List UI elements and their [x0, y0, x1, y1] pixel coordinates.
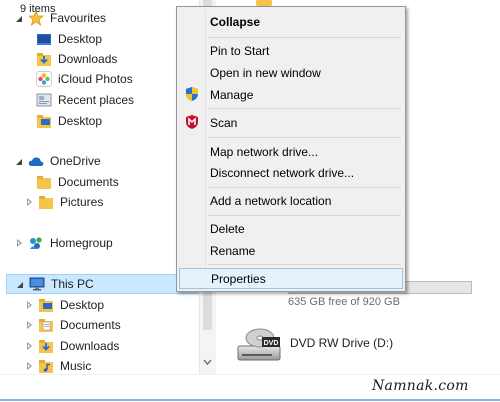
nav-item-pc-music[interactable]: Music	[24, 356, 91, 376]
mcafee-shield-icon	[184, 114, 200, 130]
collapsed-arrow-icon[interactable]	[24, 300, 34, 310]
shield-icon	[184, 86, 200, 102]
context-menu: Collapse Pin to Start Open in new window…	[176, 6, 406, 292]
menu-item-label: Collapse	[210, 14, 261, 29]
menu-item-label: Pin to Start	[210, 43, 270, 58]
desktop-folder-icon	[36, 113, 52, 129]
menu-separator	[208, 37, 401, 38]
nav-label: iCloud Photos	[58, 72, 133, 86]
menu-item-label: Add a network location	[210, 193, 332, 208]
nav-this-pc[interactable]: This PC	[6, 274, 200, 294]
dvd-logo-text: DVD	[264, 340, 279, 347]
menu-item-properties[interactable]: Properties	[179, 268, 403, 289]
folder-icon	[36, 174, 52, 190]
menu-item-manage[interactable]: Manage	[179, 84, 403, 105]
menu-item-label: Properties	[211, 271, 266, 286]
nav-item-recent-places[interactable]: Recent places	[36, 90, 134, 110]
menu-item-pin-to-start[interactable]: Pin to Start	[179, 40, 403, 61]
nav-label: Desktop	[60, 298, 105, 312]
downloads-icon	[38, 338, 54, 354]
menu-item-label: Manage	[210, 87, 254, 102]
menu-separator	[208, 187, 401, 188]
expanded-arrow-icon[interactable]	[15, 279, 25, 289]
nav-label: Downloads	[58, 52, 118, 66]
collapsed-arrow-icon[interactable]	[24, 341, 34, 351]
nav-label: Desktop	[58, 32, 103, 46]
nav-label: Desktop	[58, 114, 103, 128]
menu-item-open-new-window[interactable]: Open in new window	[179, 62, 403, 83]
documents-folder-icon	[38, 317, 54, 333]
item-count: 9 items	[20, 3, 56, 15]
menu-separator	[208, 137, 401, 138]
recent-places-icon	[36, 92, 52, 108]
menu-item-label: Map network drive...	[210, 144, 319, 159]
downloads-icon	[36, 51, 52, 67]
nav-onedrive[interactable]: OneDrive	[14, 151, 101, 171]
nav-item-desktop[interactable]: Desktop	[36, 29, 102, 49]
icloud-photos-icon	[36, 71, 52, 87]
scroll-down-arrow-icon[interactable]	[200, 356, 215, 370]
menu-item-label: Delete	[210, 221, 245, 236]
nav-label: Documents	[58, 175, 119, 189]
nav-item-pc-desktop[interactable]: Desktop	[24, 295, 104, 315]
folder-icon	[38, 194, 54, 210]
watermark: Namnak.com	[372, 378, 469, 394]
nav-label: This PC	[51, 277, 94, 291]
menu-item-map-network-drive[interactable]: Map network drive...	[179, 141, 403, 162]
menu-item-label: Disconnect network drive...	[210, 165, 355, 180]
menu-item-label: Rename	[210, 243, 256, 258]
cloud-icon	[28, 153, 44, 169]
nav-label: Downloads	[60, 339, 120, 353]
drive-free-space: 635 GB free of 920 GB	[288, 296, 400, 308]
menu-separator	[208, 264, 401, 265]
nav-label: Recent places	[58, 93, 135, 107]
menu-separator	[208, 215, 401, 216]
nav-item-documents[interactable]: Documents	[36, 172, 119, 192]
menu-item-label: Scan	[210, 115, 238, 130]
menu-item-delete[interactable]: Delete	[179, 218, 403, 239]
nav-item-pictures[interactable]: Pictures	[24, 192, 103, 212]
menu-separator	[208, 108, 401, 109]
menu-item-add-network-location[interactable]: Add a network location	[179, 190, 403, 211]
dvd-drive-label[interactable]: DVD RW Drive (D:)	[290, 336, 393, 350]
collapsed-arrow-icon[interactable]	[24, 361, 34, 371]
menu-item-scan[interactable]: Scan	[179, 112, 403, 133]
menu-item-rename[interactable]: Rename	[179, 240, 403, 261]
desktop-folder-icon	[38, 297, 54, 313]
nav-item-pc-documents[interactable]: Documents	[24, 315, 121, 335]
menu-item-disconnect-network-drive[interactable]: Disconnect network drive...	[179, 162, 403, 183]
computer-icon	[29, 276, 45, 292]
homegroup-icon	[28, 235, 44, 251]
nav-item-pc-downloads[interactable]: Downloads	[24, 336, 119, 356]
nav-label: OneDrive	[50, 154, 101, 168]
nav-label: Documents	[60, 318, 121, 332]
collapsed-arrow-icon[interactable]	[14, 238, 24, 248]
nav-item-icloud-photos[interactable]: iCloud Photos	[36, 69, 133, 89]
music-folder-icon	[38, 358, 54, 374]
nav-label: Homegroup	[50, 236, 113, 250]
menu-item-collapse[interactable]: Collapse	[179, 11, 403, 32]
dvd-drive-icon[interactable]: DVD	[236, 324, 282, 364]
desktop-icon	[36, 31, 52, 47]
menu-item-label: Open in new window	[210, 65, 321, 80]
nav-homegroup[interactable]: Homegroup	[14, 233, 113, 253]
expanded-arrow-icon[interactable]	[14, 156, 24, 166]
nav-label: Pictures	[60, 195, 104, 209]
collapsed-arrow-icon[interactable]	[24, 197, 34, 207]
nav-item-desktop-2[interactable]: Desktop	[36, 111, 102, 131]
nav-label: Favourites	[50, 11, 107, 25]
collapsed-arrow-icon[interactable]	[24, 320, 34, 330]
nav-label: Music	[60, 359, 92, 373]
window-bottom-border	[0, 399, 500, 401]
nav-item-downloads[interactable]: Downloads	[36, 49, 117, 69]
